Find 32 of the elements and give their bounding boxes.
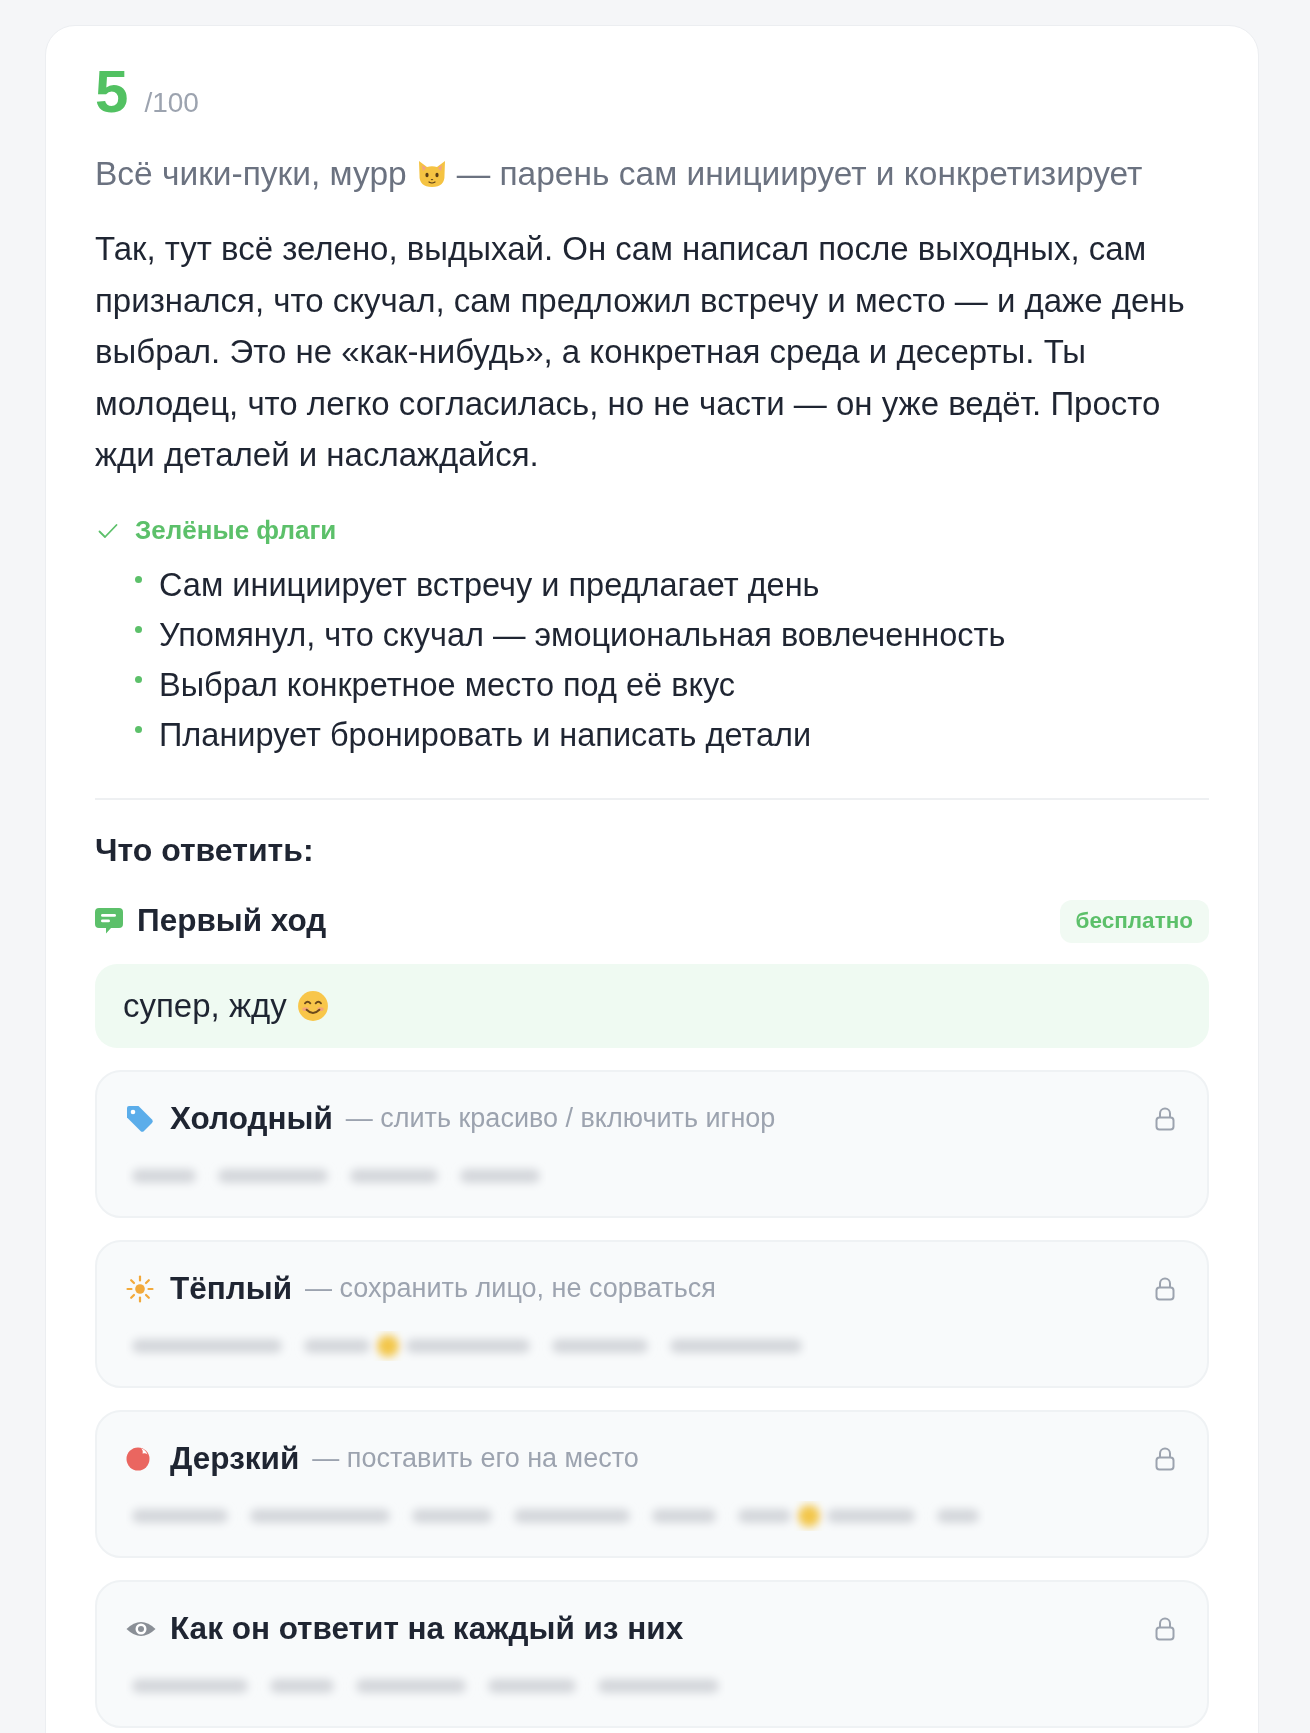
flag-item: Упомянул, что скучал — эмоциональная вовлеченность bbox=[159, 616, 1006, 656]
option-title: Холодный bbox=[170, 1098, 333, 1138]
tag-icon bbox=[126, 1104, 154, 1133]
option-title: Тёплый bbox=[170, 1268, 293, 1308]
ball-icon bbox=[126, 1446, 150, 1471]
chat-bubble-icon bbox=[95, 908, 123, 934]
reply-section-title: Что ответить: bbox=[95, 830, 314, 870]
sun-icon bbox=[126, 1274, 154, 1303]
flag-item: Планирует бронировать и написать детали bbox=[159, 716, 812, 756]
option-subtitle: — поставить его на место bbox=[312, 1442, 639, 1476]
flag-item: Сам инициирует встречу и предлагает день bbox=[159, 566, 820, 606]
locked-option-card[interactable]: Как он ответит на каждый из них bbox=[95, 1579, 1209, 1728]
locked-option-card[interactable]: Холодный — слить красиво / включить игнор bbox=[95, 1069, 1209, 1218]
option-title: Дерзкий bbox=[170, 1438, 300, 1478]
check-icon bbox=[98, 522, 118, 539]
analysis-paragraph: Так, тут всё зелено, выдыхай. Он сам написал после выходных, сам признался, что скучал, сам предложил встречу и место — и даже день выбрал. Это не «как-нибудь», а конкретная среда и десерты. Ты молодец, что легко согласилась, но не части — он уже ведёт. Просто жди деталей и наслаждайся. bbox=[95, 229, 1186, 475]
score-max: /100 bbox=[144, 89, 199, 117]
option-title: Как он ответит на каждый из них bbox=[170, 1608, 684, 1648]
smiling-face-icon bbox=[296, 989, 329, 1022]
free-badge: бесплатно bbox=[1059, 899, 1209, 943]
option-subtitle: — слить красиво / включить игнор bbox=[345, 1102, 776, 1136]
cat-face-icon bbox=[416, 160, 447, 188]
flag-item: Выбрал конкретное место под её вкус bbox=[159, 666, 736, 706]
locked-option-card[interactable]: Дерзкий — поставить его на место bbox=[95, 1409, 1209, 1558]
option-subtitle: — сохранить лицо, не сорваться bbox=[305, 1272, 716, 1306]
summary-text: Всё чики-пуки, мурр bbox=[95, 153, 407, 194]
score-value: 5 bbox=[95, 62, 129, 122]
locked-option-card[interactable]: Тёплый — сохранить лицо, не сорваться bbox=[95, 1239, 1209, 1388]
flags-title: Зелёные флаги bbox=[135, 514, 337, 547]
reply-text: супер, жду bbox=[123, 985, 287, 1026]
first-move-title: Первый ход bbox=[137, 901, 327, 941]
summary-text: — парень сам инициирует и конкретизирует bbox=[456, 153, 1143, 194]
